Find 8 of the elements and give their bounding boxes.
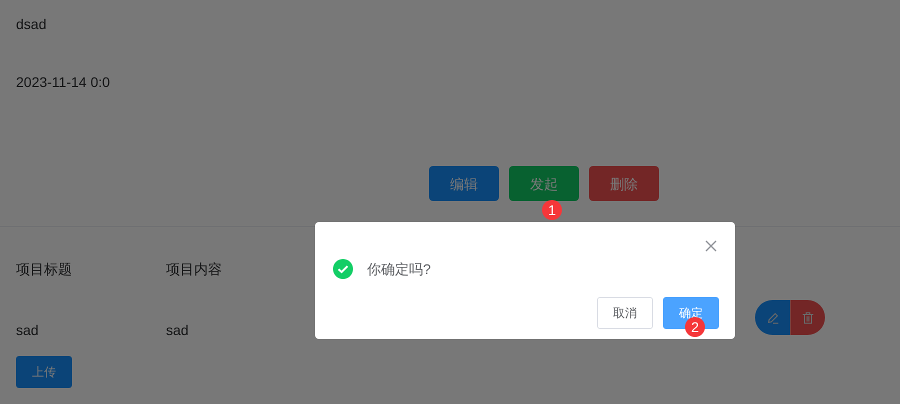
column-header: 项目内容: [166, 261, 222, 277]
dialog-message: 你确定吗?: [367, 260, 431, 279]
field-value: 2023-11-14 0:0: [16, 73, 110, 92]
step-marker: 1: [542, 200, 562, 220]
column-header: 项目标题: [16, 261, 72, 277]
table-cell: sad: [16, 322, 39, 338]
field-value: dsad: [16, 15, 46, 34]
table-cell: sad: [166, 322, 189, 338]
